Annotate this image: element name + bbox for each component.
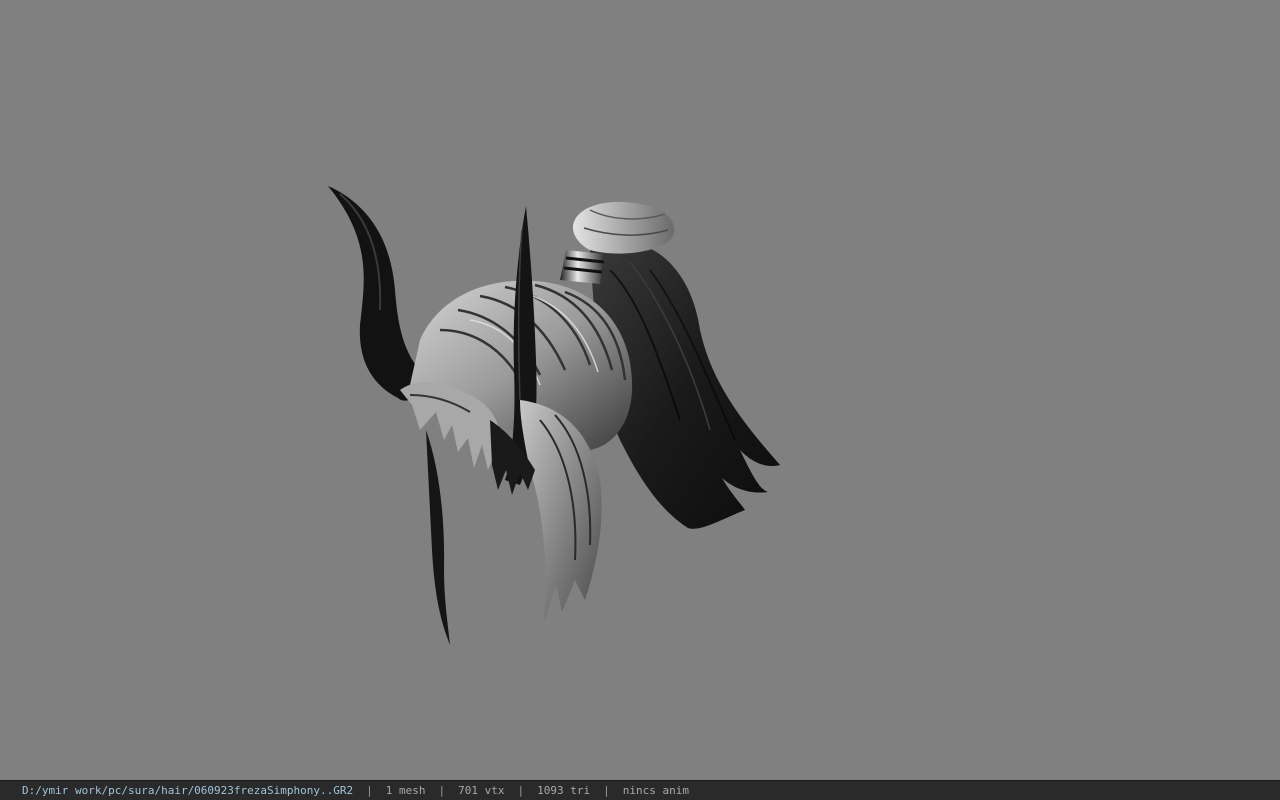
hair-model-render[interactable]: [0, 0, 1280, 780]
status-separator: |: [603, 783, 610, 797]
hair-ring-mesh: [560, 250, 605, 284]
status-separator: |: [517, 783, 525, 797]
left-strand-mesh: [426, 430, 450, 645]
animation-status-label: nincs anim: [622, 783, 689, 797]
status-separator: |: [438, 783, 446, 797]
mesh-count-label: 1 mesh: [385, 783, 426, 797]
status-bar: D:/ymir work/pc/sura/hair/060923frezaSim…: [0, 780, 1280, 800]
file-path-label: D:/ymir work/pc/sura/hair/060923frezaSim…: [22, 783, 354, 797]
status-separator: |: [366, 783, 373, 797]
vertex-count-label: 701 vtx: [458, 783, 505, 797]
model-viewport[interactable]: [0, 0, 1280, 780]
triangle-count-label: 1093 tri: [537, 783, 591, 797]
hair-bun-mesh: [572, 201, 675, 254]
